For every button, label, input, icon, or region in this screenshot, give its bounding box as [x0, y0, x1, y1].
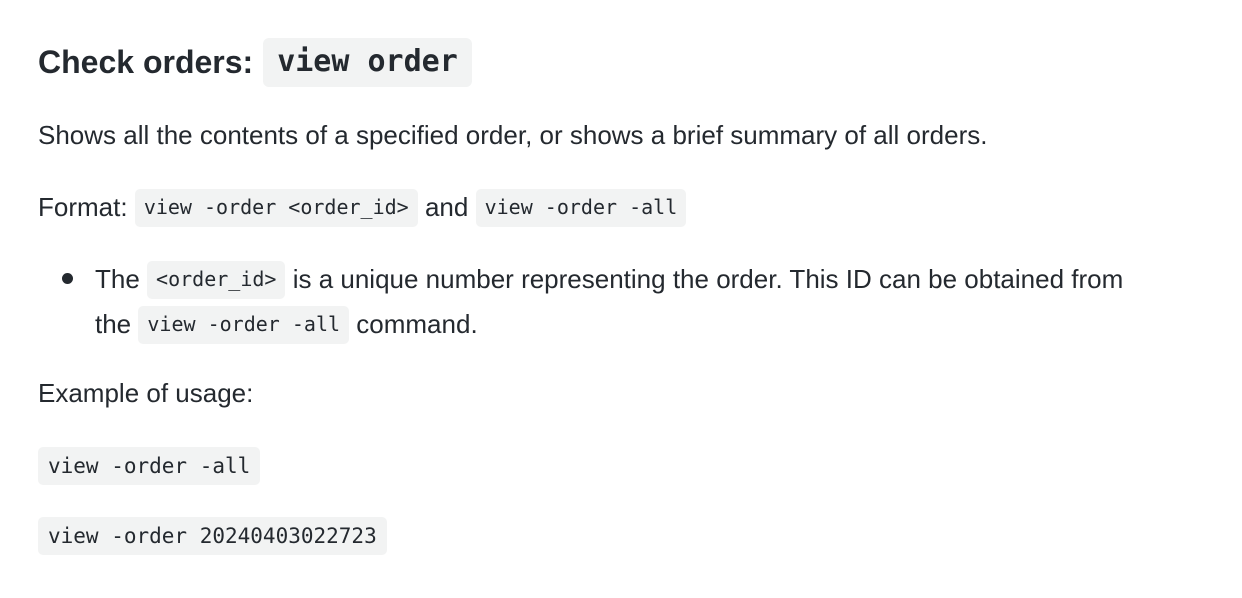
bullet-icon: [62, 273, 73, 284]
example-code-block-2: view -order 20240403022723: [38, 517, 387, 555]
heading-command-code: view order: [263, 37, 472, 87]
example-code-block-1: view -order -all: [38, 447, 261, 485]
section-heading: Check orders: view order: [38, 34, 472, 90]
bullet-list: The <order_id> is a unique number repres…: [38, 258, 1238, 348]
description-text: Shows all the contents of a specified or…: [38, 120, 988, 150]
format-line: Format: view -order <order_id> and view …: [38, 189, 687, 227]
format-label: Format:: [38, 192, 128, 222]
format-joiner: and: [424, 192, 469, 222]
bullet-text-before: The: [95, 264, 140, 294]
bullet-text-after: command.: [356, 309, 478, 339]
example-label: Example of usage:: [38, 378, 254, 408]
format-code-view-order-all: view -order -all: [475, 189, 687, 227]
heading-text: Check orders:: [38, 43, 254, 80]
format-code-view-order-id: view -order <order_id>: [134, 189, 418, 227]
list-item: The <order_id> is a unique number repres…: [38, 258, 1238, 348]
bullet-line-2: the view -order -all command.: [95, 303, 1238, 348]
bullet-code-order-id: <order_id>: [147, 261, 286, 299]
bullet-text-line2-before: the: [95, 309, 132, 339]
bullet-code-view-order-all: view -order -all: [138, 306, 350, 344]
bullet-line-1: The <order_id> is a unique number repres…: [95, 258, 1238, 303]
bullet-text-middle: is a unique number representing the orde…: [292, 264, 1124, 294]
